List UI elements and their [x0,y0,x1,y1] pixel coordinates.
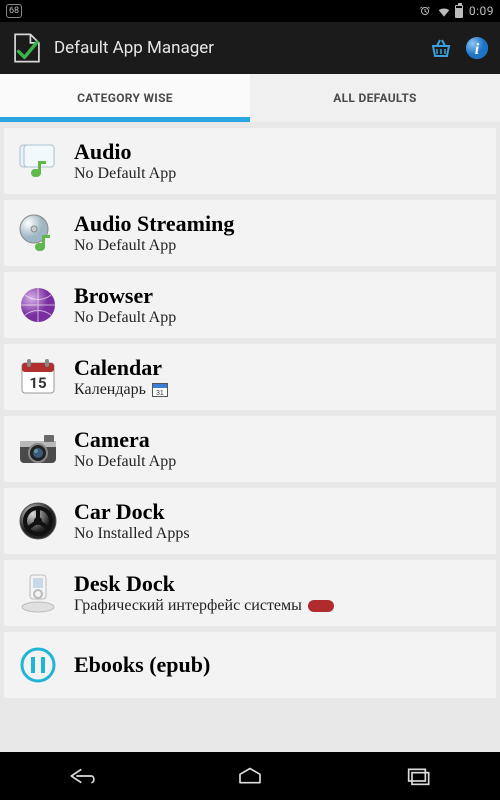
audio-icon [16,139,60,183]
list-item[interactable]: Ebooks (epub) [4,632,496,698]
calendar-mini-icon [152,383,168,397]
row-subtitle: No Default App [74,165,484,183]
tab-label: ALL DEFAULTS [333,91,416,105]
status-badge: 68 [6,4,22,18]
tab-category-wise[interactable]: CATEGORY WISE [0,74,250,122]
car-dock-icon [16,499,60,543]
app-title: Default App Manager [54,38,418,58]
android-mini-icon [308,600,334,612]
row-title: Ebooks (epub) [74,652,484,678]
calendar-icon: 15 [16,355,60,399]
list-item[interactable]: Camera No Default App [4,416,496,482]
tab-label: CATEGORY WISE [77,91,173,105]
browser-icon [16,283,60,327]
status-bar: 68 0:09 [0,0,500,22]
desk-dock-icon [16,571,60,615]
category-list: Audio No Default App Audio Streaming No … [0,122,500,752]
clock: 0:09 [469,4,494,18]
ebooks-icon [16,643,60,687]
basket-icon[interactable] [428,35,454,61]
alarm-icon [419,5,431,17]
list-item[interactable]: Browser No Default App [4,272,496,338]
svg-text:i: i [475,41,480,58]
svg-text:15: 15 [29,374,46,392]
row-subtitle: Календарь [74,381,484,399]
info-icon[interactable]: i [464,35,490,61]
list-item[interactable]: Car Dock No Installed Apps [4,488,496,554]
row-title: Desk Dock [74,571,484,597]
row-subtitle: No Installed Apps [74,525,484,543]
audio-stream-icon [16,211,60,255]
list-item[interactable]: Desk Dock Графический интерфейс системы [4,560,496,626]
wifi-icon [437,5,449,17]
row-title: Camera [74,427,484,453]
row-subtitle: Графический интерфейс системы [74,597,484,615]
row-title: Calendar [74,355,484,381]
row-subtitle: No Default App [74,237,484,255]
tab-all-defaults[interactable]: ALL DEFAULTS [250,74,500,122]
row-title: Audio [74,139,484,165]
row-title: Car Dock [74,499,484,525]
battery-icon [455,5,463,18]
recents-button[interactable] [387,761,447,791]
row-title: Browser [74,283,484,309]
nav-bar [0,752,500,800]
app-logo-icon [10,31,44,65]
list-item[interactable]: 15 Calendar Календарь [4,344,496,410]
tabs: CATEGORY WISE ALL DEFAULTS [0,74,500,122]
home-button[interactable] [220,761,280,791]
row-title: Audio Streaming [74,211,484,237]
action-bar: Default App Manager i [0,22,500,74]
row-subtitle: No Default App [74,309,484,327]
row-subtitle: No Default App [74,453,484,471]
back-button[interactable] [53,761,113,791]
camera-icon [16,427,60,471]
list-item[interactable]: Audio Streaming No Default App [4,200,496,266]
list-item[interactable]: Audio No Default App [4,128,496,194]
